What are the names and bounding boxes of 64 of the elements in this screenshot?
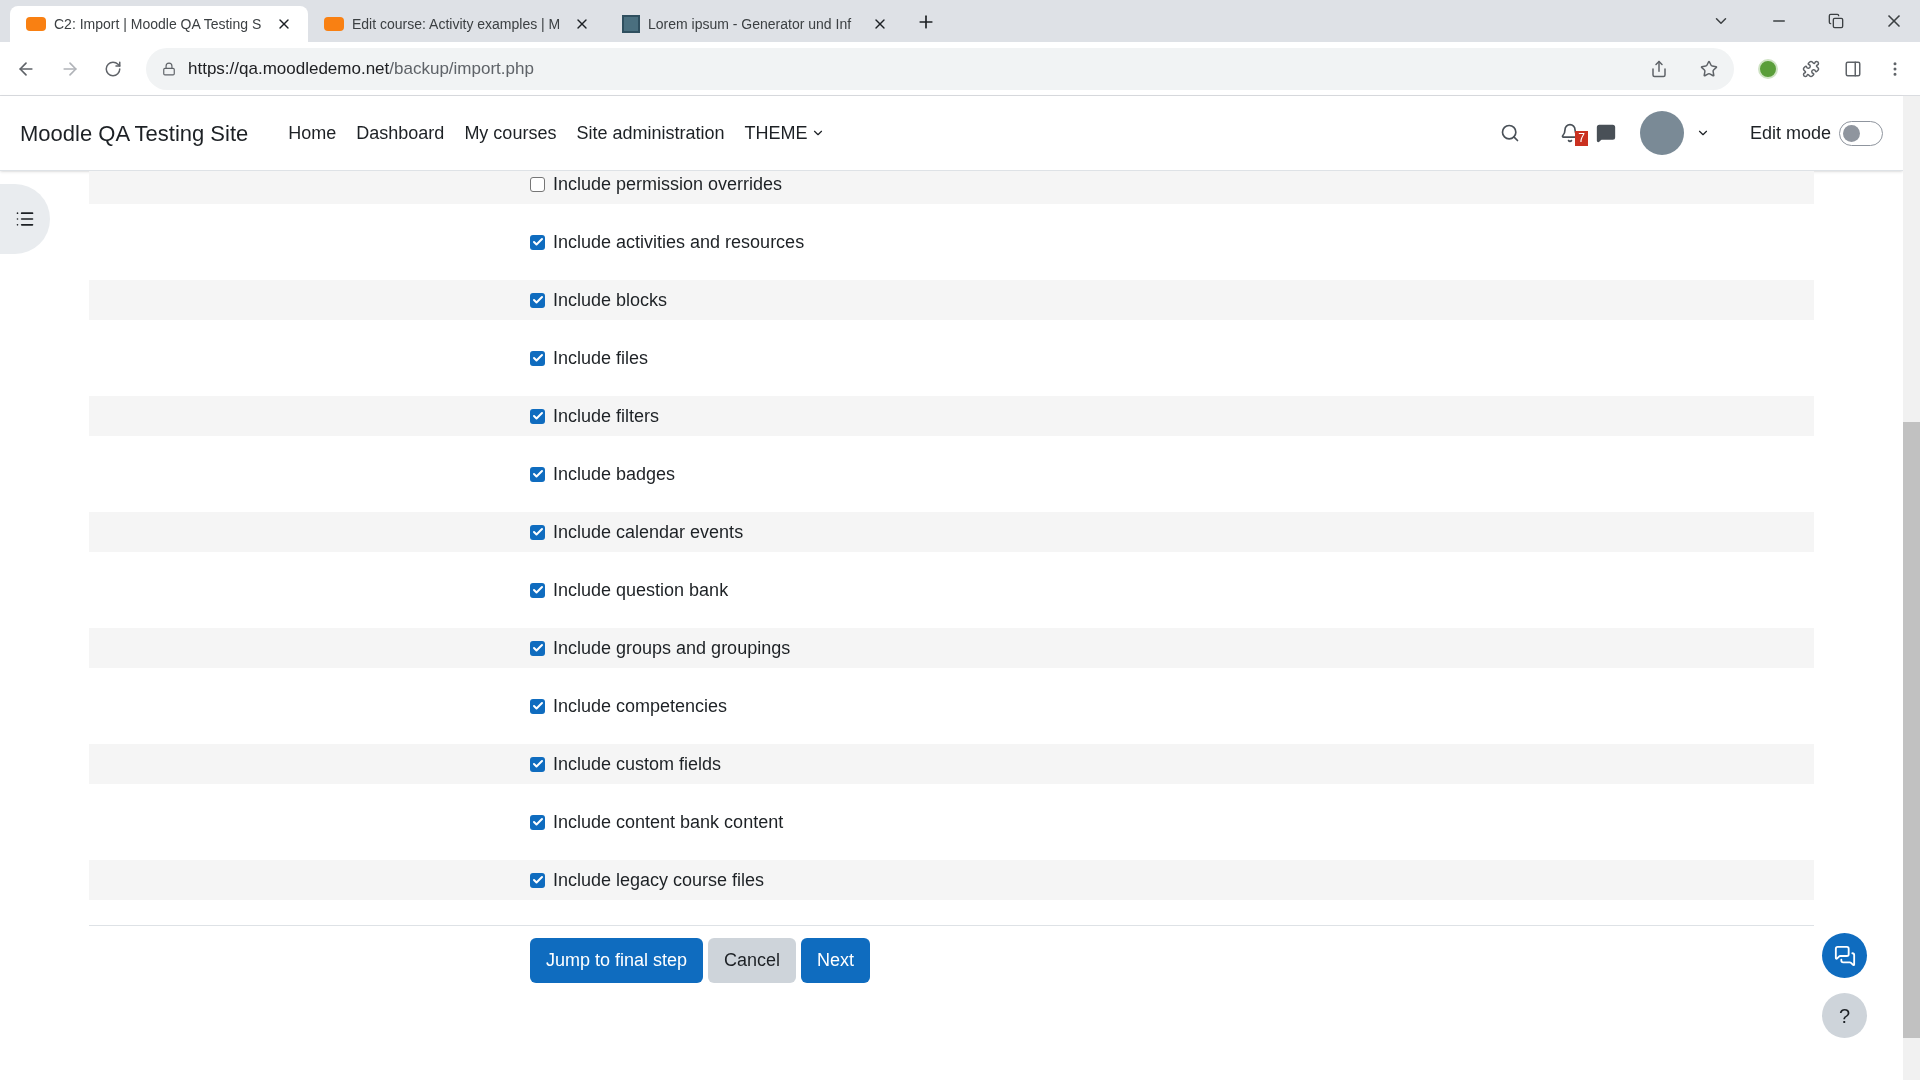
extensions-icon[interactable] bbox=[1802, 59, 1820, 78]
checkbox-label: Include question bank bbox=[553, 578, 729, 602]
checkbox[interactable] bbox=[530, 408, 545, 424]
form-button[interactable]: Next bbox=[801, 938, 871, 983]
tab-title: C2: Import | Moodle QA Testing S bbox=[54, 14, 263, 34]
checkbox-label: Include filters bbox=[553, 404, 660, 428]
side-panel-icon[interactable] bbox=[1844, 59, 1862, 78]
edit-mode-switch[interactable] bbox=[1839, 120, 1883, 146]
tab-title: Lorem ipsum - Generator und Inf bbox=[648, 14, 853, 34]
checkbox-label: Include activities and resources bbox=[553, 230, 805, 254]
url-field[interactable]: https://qa.moodledemo.net/backup/import.php bbox=[146, 47, 1734, 90]
tab-title: Edit course: Activity examples | M bbox=[352, 14, 562, 34]
avatar[interactable] bbox=[1639, 111, 1684, 155]
checkbox[interactable] bbox=[530, 234, 545, 250]
browser-tab[interactable]: Lorem ipsum - Generator und Inf bbox=[606, 6, 904, 42]
scrollbar[interactable] bbox=[1903, 96, 1920, 1080]
checkbox-label: Include calendar events bbox=[553, 520, 744, 544]
checkbox[interactable] bbox=[530, 872, 545, 888]
checkbox-label: Include custom fields bbox=[553, 752, 722, 776]
form-button[interactable]: Cancel bbox=[708, 938, 797, 983]
checkbox-label: Include blocks bbox=[553, 288, 668, 312]
search-icon[interactable] bbox=[1499, 123, 1520, 143]
checkbox[interactable] bbox=[530, 582, 545, 598]
checkbox[interactable] bbox=[530, 176, 545, 192]
checkbox-label: Include files bbox=[553, 346, 649, 370]
extension-icon[interactable] bbox=[1758, 58, 1778, 79]
site-name[interactable]: Moodle QA Testing Site bbox=[20, 116, 249, 150]
checkbox[interactable] bbox=[530, 640, 545, 656]
drawer-toggle[interactable] bbox=[0, 184, 50, 254]
nav-link[interactable]: Home bbox=[288, 119, 337, 147]
browser-tab[interactable]: Edit course: Activity examples | M bbox=[308, 6, 606, 42]
url-text: https://qa.moodledemo.net/backup/import.php bbox=[188, 57, 535, 80]
bookmark-star-icon[interactable] bbox=[1700, 59, 1718, 78]
chat-bubbles-icon bbox=[1833, 944, 1856, 967]
checkbox[interactable] bbox=[530, 466, 545, 482]
checkbox[interactable] bbox=[530, 756, 545, 772]
lock-icon bbox=[162, 61, 176, 76]
document-icon bbox=[622, 15, 640, 33]
nav-link[interactable]: THEME bbox=[744, 119, 826, 147]
checkbox-label: Include badges bbox=[553, 462, 676, 486]
checkbox-label: Include permission overrides bbox=[553, 172, 783, 196]
nav-link[interactable]: Dashboard bbox=[356, 119, 445, 147]
checkbox[interactable] bbox=[530, 350, 545, 366]
checkbox[interactable] bbox=[530, 698, 545, 714]
checkbox-label: Include content bank content bbox=[553, 810, 784, 834]
list-icon bbox=[15, 209, 35, 229]
help-button[interactable]: ? bbox=[1822, 993, 1867, 1038]
checkbox[interactable] bbox=[530, 292, 545, 308]
checkbox-label: Include legacy course files bbox=[553, 868, 765, 892]
browser-tab[interactable]: C2: Import | Moodle QA Testing S bbox=[10, 6, 308, 42]
restore-icon[interactable] bbox=[1828, 13, 1844, 29]
checkbox-label: Include groups and groupings bbox=[553, 636, 791, 660]
chat-button[interactable] bbox=[1822, 933, 1867, 978]
checkbox[interactable] bbox=[530, 814, 545, 830]
checkbox-label: Include competencies bbox=[553, 694, 728, 718]
nav-link[interactable]: My courses bbox=[464, 119, 557, 147]
reload-icon[interactable] bbox=[104, 59, 122, 78]
share-icon[interactable] bbox=[1650, 59, 1668, 78]
edit-mode-label: Edit mode bbox=[1749, 121, 1831, 145]
form-button[interactable]: Jump to final step bbox=[530, 938, 704, 983]
checkbox[interactable] bbox=[530, 524, 545, 540]
notification-count: 7 bbox=[1575, 131, 1588, 146]
messages-icon[interactable] bbox=[1595, 123, 1616, 143]
nav-link[interactable]: Site administration bbox=[576, 119, 725, 147]
